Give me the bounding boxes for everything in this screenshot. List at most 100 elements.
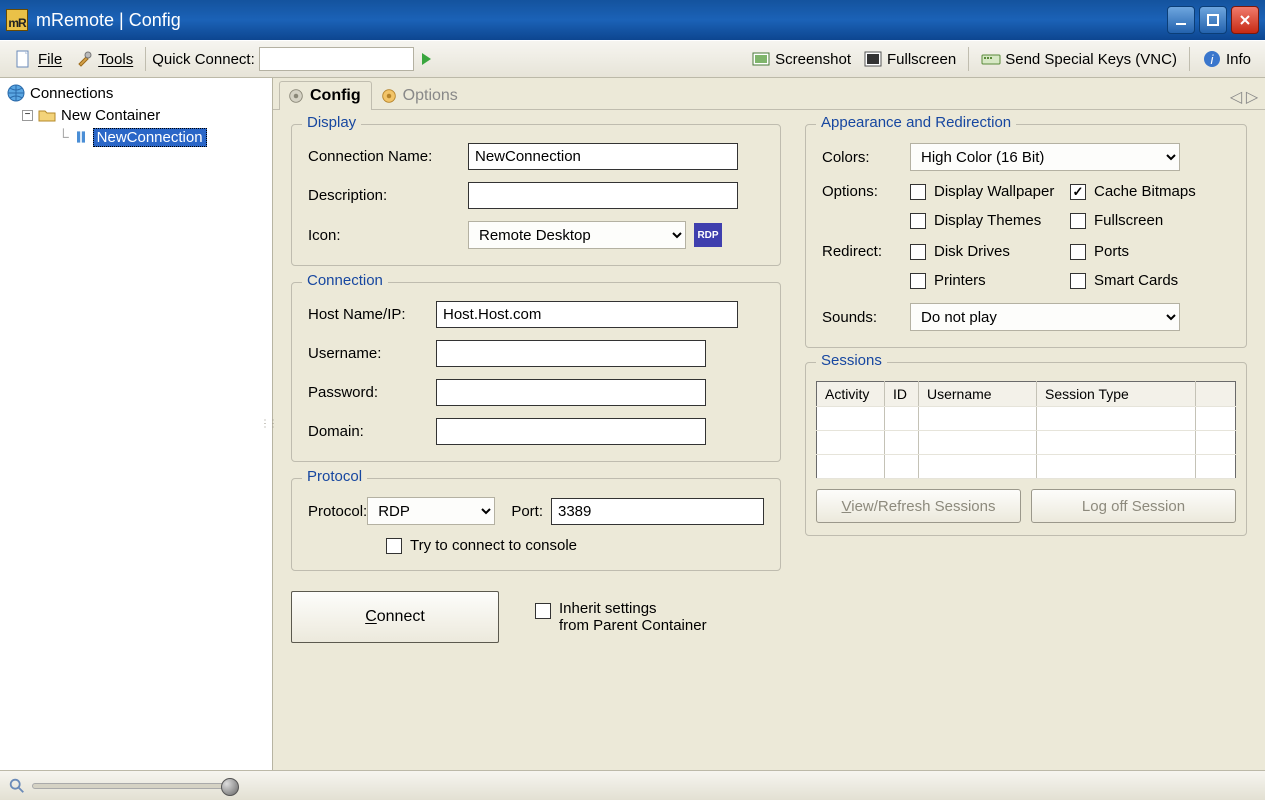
folder-icon [37,105,57,125]
redirect-label: Redirect: [822,243,910,260]
connection-legend: Connection [302,272,388,289]
gear-icon [287,87,305,105]
search-icon[interactable] [8,777,26,795]
printers-checkbox[interactable]: Printers [910,272,1070,289]
protocol-select[interactable]: RDP [367,497,495,525]
tab-scroll-right[interactable]: ▷ [1245,89,1259,105]
toolbar: File Tools Quick Connect: Screenshot Ful… [0,40,1265,78]
display-themes-checkbox[interactable]: Display Themes [910,212,1070,229]
toolbar-separator [145,47,146,71]
titlebar: mR mRemote | Config [0,0,1265,40]
password-input[interactable] [436,379,706,406]
tree-collapse-toggle[interactable]: − [22,110,33,121]
username-label: Username: [308,345,436,362]
info-icon: i [1202,49,1222,69]
smart-cards-checkbox[interactable]: Smart Cards [1070,272,1230,289]
display-wallpaper-checkbox[interactable]: Display Wallpaper [910,183,1070,200]
tabbar: Config Options ◁ ▷ [273,78,1265,110]
maximize-button[interactable] [1199,6,1227,34]
colors-label: Colors: [822,149,910,166]
connect-button[interactable]: CConnectonnect [291,591,499,643]
tab-options[interactable]: Options [372,81,469,110]
sessions-legend: Sessions [816,352,887,369]
view-refresh-sessions-button[interactable]: View/Refresh Sessions [816,489,1021,523]
col-extra[interactable] [1196,382,1236,407]
username-input[interactable] [436,340,706,367]
col-username[interactable]: Username [919,382,1037,407]
ports-checkbox[interactable]: Ports [1070,243,1230,260]
file-menu[interactable]: File [8,47,68,71]
file-icon [14,49,34,69]
info-button[interactable]: i Info [1196,47,1257,71]
protocol-group: Protocol Protocol: RDP Port: Try to conn… [291,478,781,571]
sessions-group: Sessions Activity ID Username Session Ty… [805,362,1247,536]
screenshot-icon [751,49,771,69]
play-icon [416,49,436,69]
fullscreen-icon [863,49,883,69]
description-label: Description: [308,187,468,204]
tree-root-connections[interactable]: Connections [6,82,266,104]
host-label: Host Name/IP: [308,306,436,323]
icon-select[interactable]: Remote Desktop [468,221,686,249]
toolbar-separator [968,47,969,71]
table-row[interactable] [817,431,1236,455]
display-group: Display Connection Name: Description: Ic… [291,124,781,266]
send-special-keys-button[interactable]: Send Special Keys (VNC) [975,47,1183,71]
port-input[interactable] [551,498,764,525]
connection-name-input[interactable] [468,143,738,170]
inherit-settings-checkbox[interactable]: Inherit settings from Parent Container [535,600,707,634]
options-gear-icon [380,87,398,105]
fullscreen-checkbox[interactable]: Fullscreen [1070,212,1230,229]
colors-select[interactable]: High Color (16 Bit) [910,143,1180,171]
tree-selected-label: NewConnection [93,128,207,147]
appearance-group: Appearance and Redirection Colors: High … [805,124,1247,348]
window-title: mRemote | Config [36,10,181,31]
sounds-select[interactable]: Do not play [910,303,1180,331]
description-input[interactable] [468,182,738,209]
domain-input[interactable] [436,418,706,445]
zoom-slider[interactable] [32,783,232,789]
display-legend: Display [302,114,361,131]
cache-bitmaps-checkbox[interactable]: Cache Bitmaps [1070,183,1230,200]
appearance-legend: Appearance and Redirection [816,114,1016,131]
toolbar-separator [1189,47,1190,71]
quick-connect-go-button[interactable] [414,47,438,71]
col-session-type[interactable]: Session Type [1037,382,1196,407]
app-logo: mR [6,9,28,31]
close-button[interactable] [1231,6,1259,34]
tab-config[interactable]: Config [279,81,372,110]
table-row[interactable] [817,407,1236,431]
connections-tree-panel: Connections − New Container └ NewConnect… [0,78,273,770]
protocol-legend: Protocol [302,468,367,485]
col-id[interactable]: ID [885,382,919,407]
domain-label: Domain: [308,423,436,440]
disk-drives-checkbox[interactable]: Disk Drives [910,243,1070,260]
logoff-session-button[interactable]: Log off Session [1031,489,1236,523]
tools-menu[interactable]: Tools [68,47,139,71]
keyboard-icon [981,49,1001,69]
connection-icon [73,129,89,145]
quick-connect-label: Quick Connect: [152,51,255,68]
globe-icon [6,83,26,103]
minimize-button[interactable] [1167,6,1195,34]
fullscreen-button[interactable]: Fullscreen [857,47,962,71]
icon-label: Icon: [308,227,468,244]
tree-container[interactable]: − New Container [6,104,266,126]
splitter-handle[interactable]: ⋮⋮ [260,419,276,430]
tree-connection-item[interactable]: └ NewConnection [6,126,266,148]
port-label: Port: [511,503,543,520]
host-input[interactable] [436,301,738,328]
rdp-badge-icon: RDP [694,223,722,247]
slider-knob[interactable] [221,778,239,796]
connection-group: Connection Host Name/IP: Username: Passw… [291,282,781,462]
screenshot-button[interactable]: Screenshot [745,47,857,71]
table-row[interactable] [817,455,1236,479]
try-console-checkbox[interactable]: Try to connect to console [386,537,577,554]
col-activity[interactable]: Activity [817,382,885,407]
sessions-table: Activity ID Username Session Type [816,381,1236,479]
tab-scroll-left[interactable]: ◁ [1229,89,1243,105]
quick-connect-input[interactable] [259,47,414,71]
password-label: Password: [308,384,436,401]
connection-name-label: Connection Name: [308,148,468,165]
protocol-label: Protocol: [308,503,367,520]
